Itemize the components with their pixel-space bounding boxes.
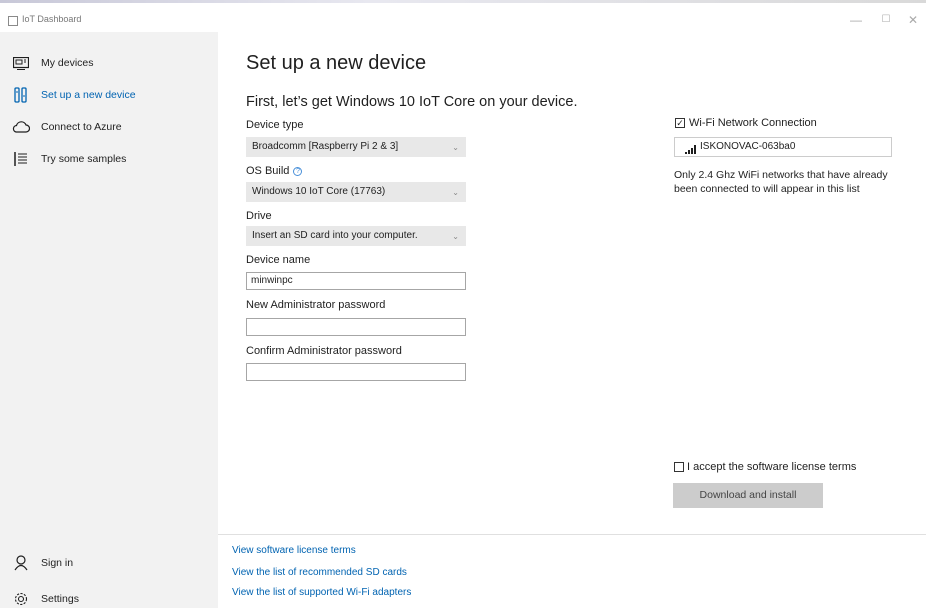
license-terms-link[interactable]: View software license terms — [232, 545, 356, 556]
wifi-network-select[interactable]: ISKONOVAC-063ba0 — [674, 137, 892, 157]
gear-icon — [12, 590, 30, 608]
drive-select[interactable]: Insert an SD card into your computer. ⌄ — [246, 226, 466, 246]
device-type-value: Broadcomm [Raspberry Pi 2 & 3] — [252, 141, 399, 152]
new-password-label: New Administrator password — [246, 299, 386, 311]
page-subtitle: First, let’s get Windows 10 IoT Core on … — [246, 94, 578, 110]
sidebar-item-connect-azure[interactable]: Connect to Azure — [0, 112, 218, 142]
os-build-select[interactable]: Windows 10 IoT Core (17763) ⌄ — [246, 182, 466, 202]
main-content: Set up a new device First, let’s get Win… — [218, 32, 926, 608]
window-title: IoT Dashboard — [22, 14, 82, 24]
sidebar-item-label: Try some samples — [41, 153, 127, 165]
new-password-input[interactable] — [246, 318, 466, 336]
person-icon — [12, 554, 30, 572]
wifi-adapters-link[interactable]: View the list of supported Wi-Fi adapter… — [232, 587, 411, 598]
os-build-label: OS Build? — [246, 165, 303, 177]
sidebar-item-samples[interactable]: Try some samples — [0, 144, 218, 174]
cloud-icon — [12, 118, 30, 136]
device-icon — [12, 54, 30, 72]
close-button[interactable]: ✕ — [903, 12, 923, 28]
sidebar-item-label: My devices — [41, 57, 94, 69]
download-install-button[interactable]: Download and install — [673, 483, 823, 508]
sd-cards-link[interactable]: View the list of recommended SD cards — [232, 567, 407, 578]
page-title: Set up a new device — [246, 52, 427, 74]
device-type-select[interactable]: Broadcomm [Raspberry Pi 2 & 3] ⌄ — [246, 137, 466, 157]
samples-icon — [12, 150, 30, 168]
setup-icon — [12, 86, 30, 104]
chevron-down-icon: ⌄ — [452, 143, 459, 152]
sidebar-item-settings[interactable]: Settings — [0, 584, 218, 608]
sidebar-item-my-devices[interactable]: My devices — [0, 48, 218, 78]
chevron-down-icon: ⌄ — [452, 188, 459, 197]
sidebar-item-set-up-device[interactable]: Set up a new device — [0, 80, 218, 110]
title-bar-edge — [0, 0, 926, 3]
device-name-label: Device name — [246, 254, 311, 266]
sidebar-item-sign-in[interactable]: Sign in — [0, 548, 218, 578]
os-build-value: Windows 10 IoT Core (17763) — [252, 186, 386, 197]
device-type-label: Device type — [246, 119, 304, 131]
wifi-checkbox[interactable]: ✓ — [675, 118, 685, 128]
maximize-button[interactable]: ☐ — [876, 12, 896, 28]
sidebar: My devices Set up a new device Connect t… — [0, 32, 218, 608]
wifi-signal-icon — [685, 143, 697, 154]
drive-value: Insert an SD card into your computer. — [252, 230, 418, 241]
sidebar-item-label: Settings — [41, 593, 79, 605]
confirm-password-input[interactable] — [246, 363, 466, 381]
chevron-down-icon: ⌄ — [452, 232, 459, 241]
wifi-network-name: ISKONOVAC-063ba0 — [700, 141, 796, 152]
license-checkbox-label: I accept the software license terms — [687, 461, 857, 473]
confirm-password-label: Confirm Administrator password — [246, 345, 402, 357]
sidebar-item-label: Connect to Azure — [41, 121, 122, 133]
drive-label: Drive — [246, 210, 272, 222]
device-name-input[interactable]: minwinpc — [246, 272, 466, 290]
license-checkbox[interactable] — [674, 462, 684, 472]
title-bar: IoT Dashboard — ☐ ✕ — [0, 0, 926, 32]
app-icon — [8, 16, 18, 26]
wifi-note: Only 2.4 Ghz WiFi networks that have alr… — [674, 169, 888, 195]
minimize-button[interactable]: — — [846, 12, 866, 28]
os-build-label-text: OS Build — [246, 165, 290, 177]
info-icon[interactable]: ? — [293, 167, 303, 176]
sidebar-item-label: Set up a new device — [41, 89, 136, 101]
footer-divider — [218, 534, 926, 535]
wifi-checkbox-label: Wi-Fi Network Connection — [689, 117, 817, 129]
sidebar-item-label: Sign in — [41, 557, 74, 569]
